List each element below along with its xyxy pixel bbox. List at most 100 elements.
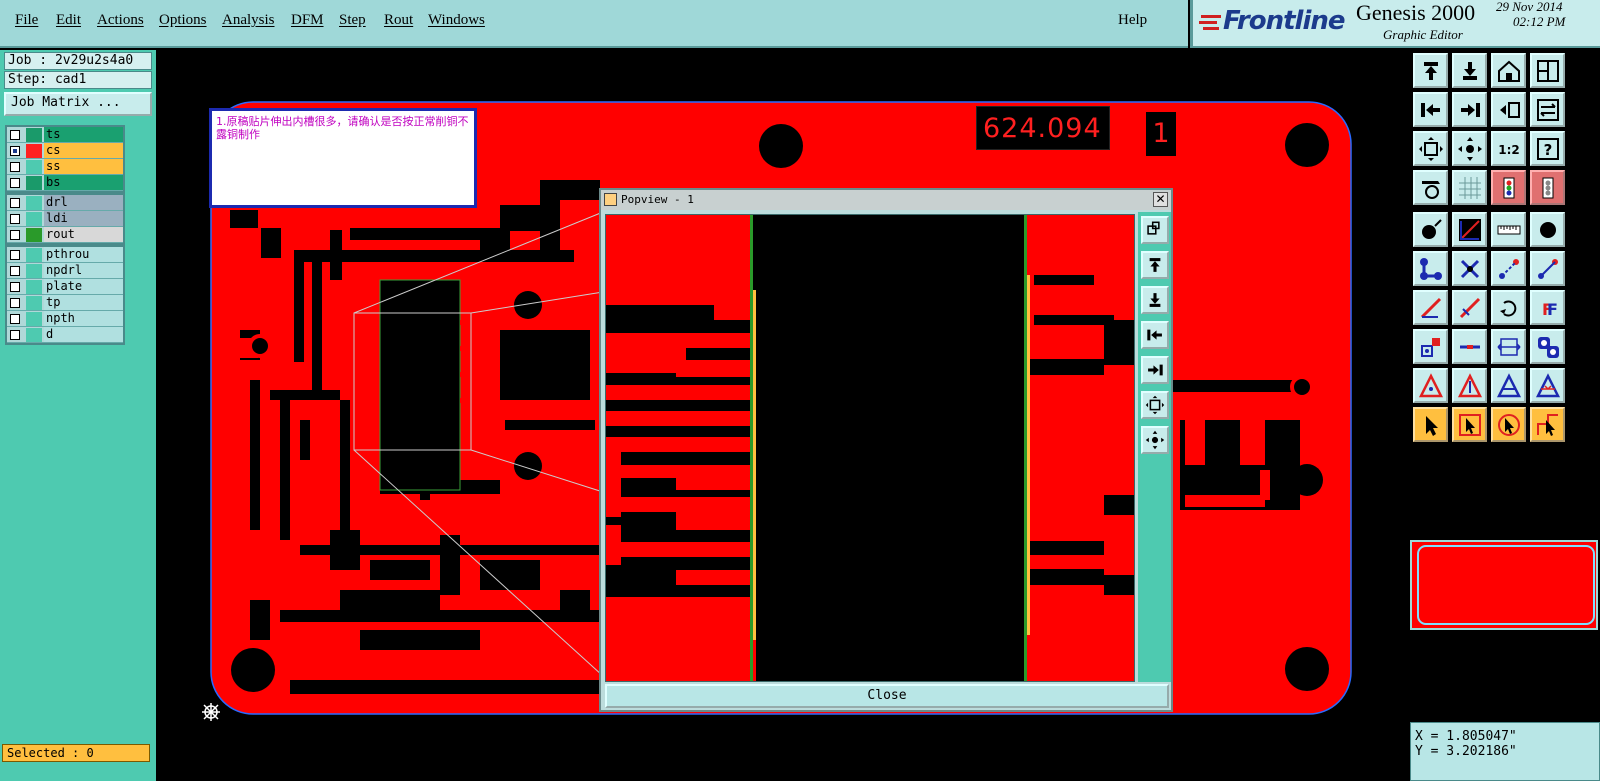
tool-add-node-button[interactable] (1530, 251, 1565, 286)
layer-checkbox[interactable] (10, 214, 20, 224)
menu-options[interactable]: Options (159, 12, 207, 29)
layer-color-swatch[interactable] (26, 248, 42, 262)
tool-pan-left-button[interactable] (1413, 92, 1448, 127)
popview-fit-button[interactable] (1141, 216, 1169, 244)
layer-checkbox[interactable] (10, 282, 20, 292)
tool-scale-ratio-button[interactable]: 1:2 (1491, 131, 1526, 166)
menu-actions[interactable]: Actions (97, 12, 144, 29)
menu-dfm[interactable]: DFM (291, 12, 324, 29)
tool-grid-button[interactable] (1452, 170, 1487, 205)
overview-drawing[interactable] (1410, 540, 1598, 630)
layer-checkbox[interactable] (10, 298, 20, 308)
layer-name[interactable]: d (44, 327, 123, 342)
tool-add-pad-button[interactable] (1413, 212, 1448, 247)
tool-move-node-button[interactable] (1491, 251, 1526, 286)
menu-rout[interactable]: Rout (384, 12, 413, 29)
layer-name[interactable]: drl (44, 195, 123, 210)
popview-close-icon[interactable]: ✕ (1153, 192, 1168, 207)
tool-add-line-button[interactable] (1452, 212, 1487, 247)
layer-checkbox[interactable] (10, 198, 20, 208)
menu-help[interactable]: Help (1118, 12, 1147, 29)
layer-checkbox[interactable] (10, 178, 20, 188)
tool-help-button[interactable]: ? (1530, 131, 1565, 166)
layer-color-swatch[interactable] (26, 264, 42, 278)
tool-pad-select-button[interactable] (1413, 329, 1448, 364)
popview-pan-down-button[interactable] (1141, 286, 1169, 314)
tool-polygon-a-button[interactable] (1413, 368, 1448, 403)
tool-mirror-button[interactable]: FF (1530, 290, 1565, 325)
tool-select-arc-button[interactable] (1491, 407, 1526, 442)
tool-line-select-button[interactable] (1452, 329, 1487, 364)
layer-row-npdrl[interactable]: npdrl (7, 263, 123, 279)
layer-row-cs[interactable]: cs (7, 143, 123, 159)
layer-color-swatch[interactable] (26, 296, 42, 310)
layer-row-pthrou[interactable]: pthrou (7, 247, 123, 263)
layer-name[interactable]: tp (44, 295, 123, 310)
layer-row-ss[interactable]: ss (7, 159, 123, 175)
tool-line-slope-button[interactable] (1413, 290, 1448, 325)
tool-zoom-center-button[interactable] (1452, 131, 1487, 166)
tool-home-button[interactable] (1491, 53, 1526, 88)
layer-name[interactable]: plate (44, 279, 123, 294)
tool-polygon-d-button[interactable] (1530, 368, 1565, 403)
layer-row-drl[interactable]: drl (7, 195, 123, 211)
tool-pad-pair-button[interactable] (1530, 329, 1565, 364)
layer-name[interactable]: ldi (44, 211, 123, 226)
layer-name[interactable]: pthrou (44, 247, 123, 262)
layer-row-plate[interactable]: plate (7, 279, 123, 295)
tool-pan-up-button[interactable] (1413, 53, 1448, 88)
layer-checkbox[interactable] (10, 162, 20, 172)
layer-row-npth[interactable]: npth (7, 311, 123, 327)
layer-color-swatch[interactable] (26, 212, 42, 226)
close-button[interactable]: Close (605, 684, 1169, 708)
job-matrix-button[interactable]: Job Matrix ... (4, 92, 152, 116)
layer-color-swatch[interactable] (26, 228, 42, 242)
tool-line-cut-button[interactable] (1452, 290, 1487, 325)
tool-polygon-c-button[interactable] (1491, 368, 1526, 403)
layer-row-tp[interactable]: tp (7, 295, 123, 311)
tool-ruler-button[interactable] (1491, 212, 1526, 247)
layer-row-bs[interactable]: bs (7, 175, 123, 191)
tool-round-pad-button[interactable] (1530, 212, 1565, 247)
popview-zoom-out-button[interactable] (1141, 391, 1169, 419)
tool-measure-button[interactable] (1413, 170, 1448, 205)
layer-color-swatch[interactable] (26, 312, 42, 326)
layer-color-swatch[interactable] (26, 328, 42, 342)
tool-select-button[interactable] (1413, 407, 1448, 442)
layer-checkbox[interactable] (10, 250, 20, 260)
layer-color-swatch[interactable] (26, 128, 42, 142)
popview-zoom-in-button[interactable] (1141, 426, 1169, 454)
tool-polygon-b-button[interactable] (1452, 368, 1487, 403)
tool-snap-button[interactable] (1530, 92, 1565, 127)
layer-color-swatch[interactable] (26, 280, 42, 294)
tool-rotate-button[interactable] (1491, 290, 1526, 325)
layer-row-ldi[interactable]: ldi (7, 211, 123, 227)
tool-zoom-fit-button[interactable] (1413, 131, 1448, 166)
layer-name[interactable]: cs (44, 143, 123, 158)
layer-checkbox[interactable] (10, 330, 20, 340)
layer-row-rout[interactable]: rout (7, 227, 123, 243)
popview-drawing[interactable] (606, 215, 1135, 682)
menu-edit[interactable]: Edit (56, 12, 81, 29)
tool-select-route-button[interactable] (1530, 407, 1565, 442)
layer-name[interactable]: ss (44, 159, 123, 174)
layer-checkbox[interactable] (10, 146, 20, 156)
tool-layers-on-button[interactable] (1491, 170, 1526, 205)
tool-pan-right-button[interactable] (1452, 92, 1487, 127)
layer-name[interactable]: bs (44, 175, 123, 190)
tool-pan-down-button[interactable] (1452, 53, 1487, 88)
layer-color-swatch[interactable] (26, 160, 42, 174)
layer-name[interactable]: rout (44, 227, 123, 242)
tool-delete-node-button[interactable] (1452, 251, 1487, 286)
tool-redraw-button[interactable] (1491, 92, 1526, 127)
menu-step[interactable]: Step (339, 12, 366, 29)
menu-analysis[interactable]: Analysis (222, 12, 275, 29)
layer-checkbox[interactable] (10, 266, 20, 276)
tool-select-box-button[interactable] (1452, 407, 1487, 442)
tool-connect-button[interactable] (1413, 251, 1448, 286)
popview-pan-left-button[interactable] (1141, 321, 1169, 349)
layer-color-swatch[interactable] (26, 196, 42, 210)
layer-color-swatch[interactable] (26, 176, 42, 190)
popview-title[interactable]: Popview - 1 (601, 190, 1171, 210)
tool-window-button[interactable] (1530, 53, 1565, 88)
